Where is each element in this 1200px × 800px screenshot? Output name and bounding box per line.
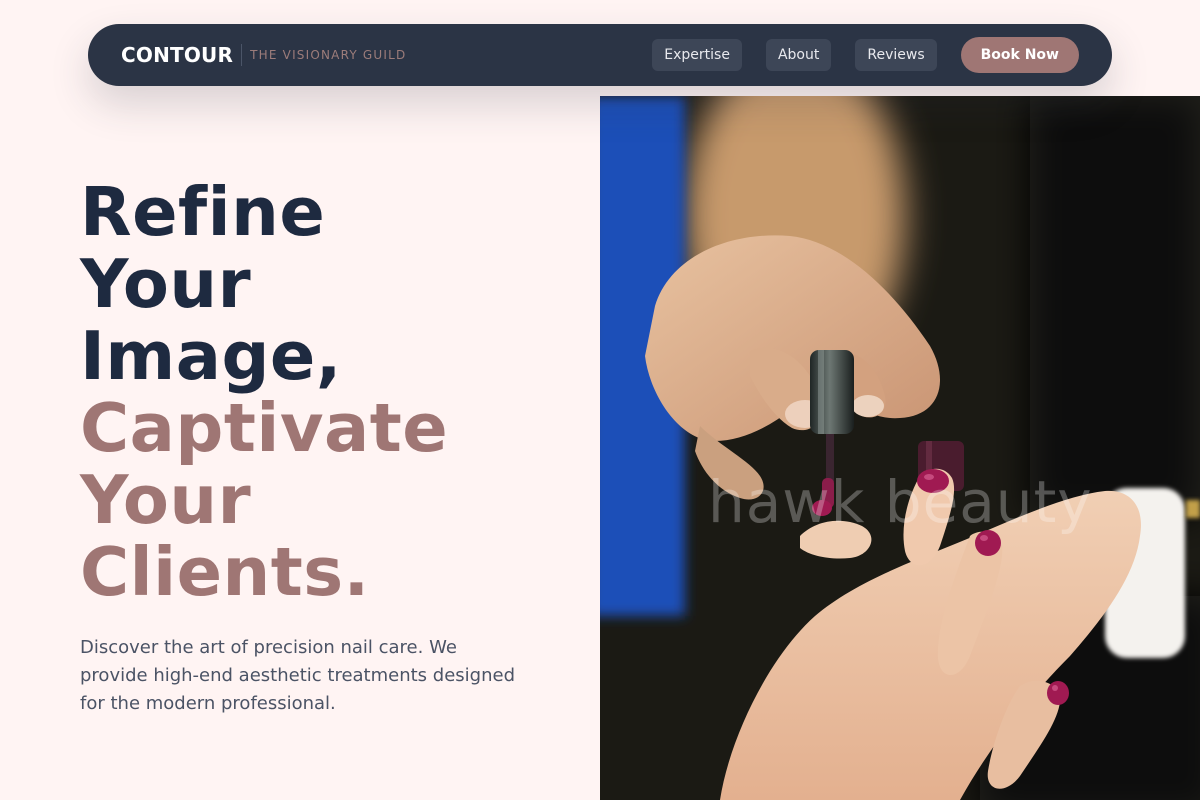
brand[interactable]: CONTOUR THE VISIONARY GUILD xyxy=(121,43,406,67)
brand-tagline: THE VISIONARY GUILD xyxy=(250,48,407,62)
headline-accent-line: Captivate xyxy=(80,389,449,467)
hero-subtitle: Discover the art of precision nail care.… xyxy=(80,637,515,714)
headline-accent-line: Clients. xyxy=(80,533,370,611)
nav-link-reviews[interactable]: Reviews xyxy=(855,39,937,71)
hero-manicure-image: hawk beauty xyxy=(600,96,1200,800)
brand-divider xyxy=(241,44,243,66)
nav-links: Expertise About Reviews xyxy=(652,39,937,71)
headline-line: Image, xyxy=(80,317,342,395)
nav-link-expertise[interactable]: Expertise xyxy=(652,39,742,71)
headline-accent-line: Your xyxy=(80,461,252,539)
brand-logo-text[interactable]: CONTOUR xyxy=(121,43,233,67)
hero-headline: Refine Your Image, Captivate Your Client… xyxy=(80,176,550,608)
top-nav-bar: CONTOUR THE VISIONARY GUILD Expertise Ab… xyxy=(88,24,1112,86)
headline-line: Refine xyxy=(80,173,326,251)
book-now-button[interactable]: Book Now xyxy=(960,37,1079,73)
image-watermark: hawk beauty xyxy=(708,468,1093,536)
hero-section: Refine Your Image, Captivate Your Client… xyxy=(80,176,550,718)
nav-link-about[interactable]: About xyxy=(765,39,832,71)
headline-line: Your xyxy=(80,245,252,323)
